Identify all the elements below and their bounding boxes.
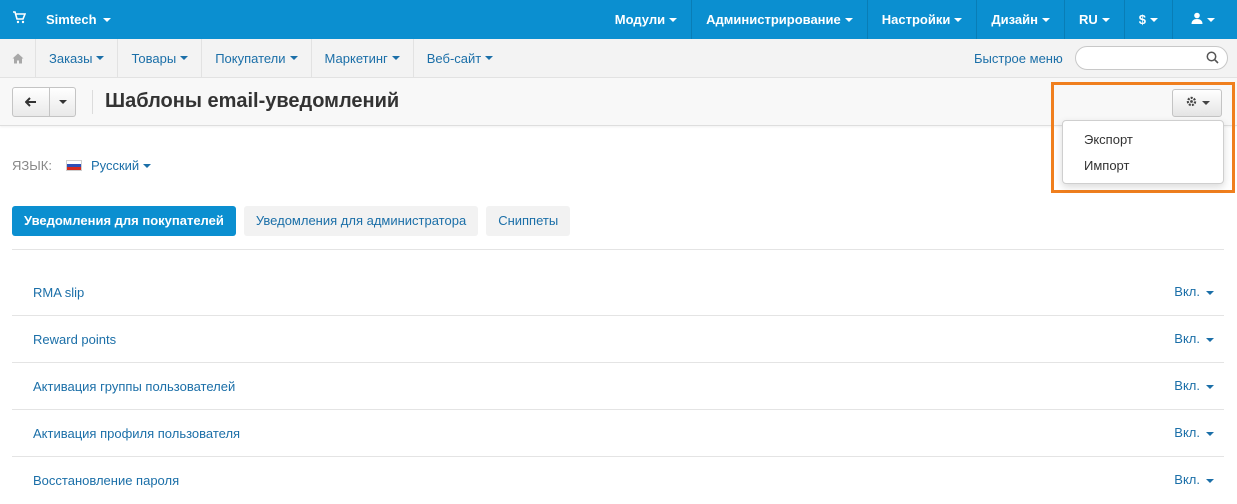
- top-nav-label: Модули: [614, 12, 666, 27]
- top-nav-label: $: [1138, 12, 1146, 27]
- top-nav-label: Дизайн: [991, 12, 1038, 27]
- subnav-label: Веб-сайт: [426, 50, 482, 66]
- list-item: Активация профиля пользователя Вкл.: [12, 410, 1224, 457]
- secondary-bar: Заказы Товары Покупатели Маркетинг Веб-с…: [0, 39, 1237, 78]
- status-label: Вкл.: [1174, 425, 1200, 440]
- top-nav-user[interactable]: [1172, 0, 1237, 39]
- subnav-label: Покупатели: [215, 50, 286, 66]
- chevron-down-icon: [485, 56, 494, 60]
- top-nav-settings[interactable]: Настройки: [866, 0, 977, 39]
- top-nav-currency[interactable]: $: [1123, 0, 1172, 39]
- divider: [12, 249, 1224, 250]
- status-label: Вкл.: [1174, 472, 1200, 487]
- chevron-down-icon: [669, 17, 678, 22]
- top-navigation: Модули Администрирование Настройки Дизай…: [601, 0, 1237, 39]
- status-dropdown[interactable]: Вкл.: [1174, 378, 1214, 393]
- menu-item-export[interactable]: Экспорт: [1063, 127, 1223, 153]
- subnav-label: Заказы: [49, 50, 93, 66]
- tab-snippets[interactable]: Сниппеты: [486, 206, 571, 236]
- settings-dropdown-menu: Экспорт Импорт: [1062, 120, 1224, 184]
- chevron-down-icon: [102, 17, 111, 22]
- top-nav-modules[interactable]: Модули: [601, 0, 691, 39]
- tabs: Уведомления для покупателей Уведомления …: [12, 206, 571, 236]
- chevron-down-icon: [58, 100, 67, 104]
- chevron-down-icon: [180, 56, 189, 60]
- template-link[interactable]: Reward points: [33, 332, 116, 347]
- secondary-navigation: Заказы Товары Покупатели Маркетинг Веб-с…: [36, 39, 506, 77]
- chevron-down-icon: [1206, 384, 1214, 389]
- chevron-down-icon[interactable]: [143, 163, 152, 168]
- top-nav-label: RU: [1078, 12, 1098, 27]
- back-button[interactable]: [12, 87, 50, 117]
- tab-admin-notifications[interactable]: Уведомления для администратора: [243, 206, 479, 236]
- chevron-down-icon: [1206, 431, 1214, 436]
- chevron-down-icon: [954, 17, 963, 22]
- chevron-down-icon: [96, 56, 105, 60]
- divider: [92, 90, 93, 114]
- flag-ru-icon: [65, 160, 82, 171]
- top-nav-administration[interactable]: Администрирование: [691, 0, 867, 39]
- status-dropdown[interactable]: Вкл.: [1174, 472, 1214, 487]
- top-nav-label: Настройки: [881, 12, 951, 27]
- subnav-orders[interactable]: Заказы: [36, 39, 119, 77]
- subnav-customers[interactable]: Покупатели: [202, 39, 312, 77]
- user-icon: [1191, 12, 1203, 27]
- chevron-down-icon: [1150, 17, 1158, 22]
- template-link[interactable]: Активация группы пользователей: [33, 379, 235, 394]
- store-name: Simtech: [46, 12, 97, 27]
- language-label: ЯЗЫК:: [12, 158, 52, 173]
- cart-icon[interactable]: [12, 10, 27, 24]
- chevron-down-icon: [1206, 290, 1214, 295]
- chevron-down-icon: [1101, 17, 1110, 22]
- language-selector: ЯЗЫК: Русский: [12, 158, 152, 173]
- search-icon[interactable]: [1206, 51, 1219, 67]
- chevron-down-icon: [1041, 17, 1050, 22]
- arrow-left-icon: [24, 95, 37, 110]
- subnav-label: Товары: [131, 50, 177, 66]
- chevron-down-icon: [1206, 337, 1214, 342]
- quick-menu-link[interactable]: Быстрое меню: [974, 51, 1063, 66]
- chevron-down-icon: [844, 17, 853, 22]
- top-nav-design[interactable]: Дизайн: [976, 0, 1064, 39]
- store-selector[interactable]: Simtech: [46, 12, 111, 27]
- subnav-website[interactable]: Веб-сайт: [414, 39, 506, 77]
- chevron-down-icon: [1206, 478, 1214, 483]
- template-list: RMA slip Вкл. Reward points Вкл. Активац…: [12, 269, 1224, 504]
- top-nav-language[interactable]: RU: [1063, 0, 1124, 39]
- language-value[interactable]: Русский: [91, 158, 139, 173]
- status-label: Вкл.: [1174, 378, 1200, 393]
- top-nav-label: Администрирование: [706, 12, 841, 27]
- subnav-products[interactable]: Товары: [118, 39, 203, 77]
- menu-item-import[interactable]: Импорт: [1063, 153, 1223, 179]
- status-dropdown[interactable]: Вкл.: [1174, 284, 1214, 299]
- subnav-label: Маркетинг: [324, 50, 388, 66]
- list-item: Активация группы пользователей Вкл.: [12, 363, 1224, 410]
- chevron-down-icon: [1207, 17, 1215, 22]
- tab-customer-notifications[interactable]: Уведомления для покупателей: [12, 206, 236, 236]
- list-item: Reward points Вкл.: [12, 316, 1224, 363]
- template-link[interactable]: Восстановление пароля: [33, 473, 179, 488]
- status-label: Вкл.: [1174, 284, 1200, 299]
- search-input[interactable]: [1075, 46, 1228, 70]
- page-title: Шаблоны email-уведомлений: [105, 90, 400, 112]
- back-history-dropdown[interactable]: [50, 87, 76, 117]
- status-label: Вкл.: [1174, 331, 1200, 346]
- home-icon[interactable]: [0, 39, 36, 77]
- chevron-down-icon: [289, 56, 298, 60]
- template-link[interactable]: RMA slip: [33, 285, 84, 300]
- top-bar: Simtech Модули Администрирование Настрой…: [0, 0, 1237, 39]
- list-item: RMA slip Вкл.: [12, 269, 1224, 316]
- template-link[interactable]: Активация профиля пользователя: [33, 426, 240, 441]
- subnav-marketing[interactable]: Маркетинг: [312, 39, 414, 77]
- chevron-down-icon: [391, 56, 400, 60]
- back-button-group: [12, 87, 76, 117]
- status-dropdown[interactable]: Вкл.: [1174, 331, 1214, 346]
- status-dropdown[interactable]: Вкл.: [1174, 425, 1214, 440]
